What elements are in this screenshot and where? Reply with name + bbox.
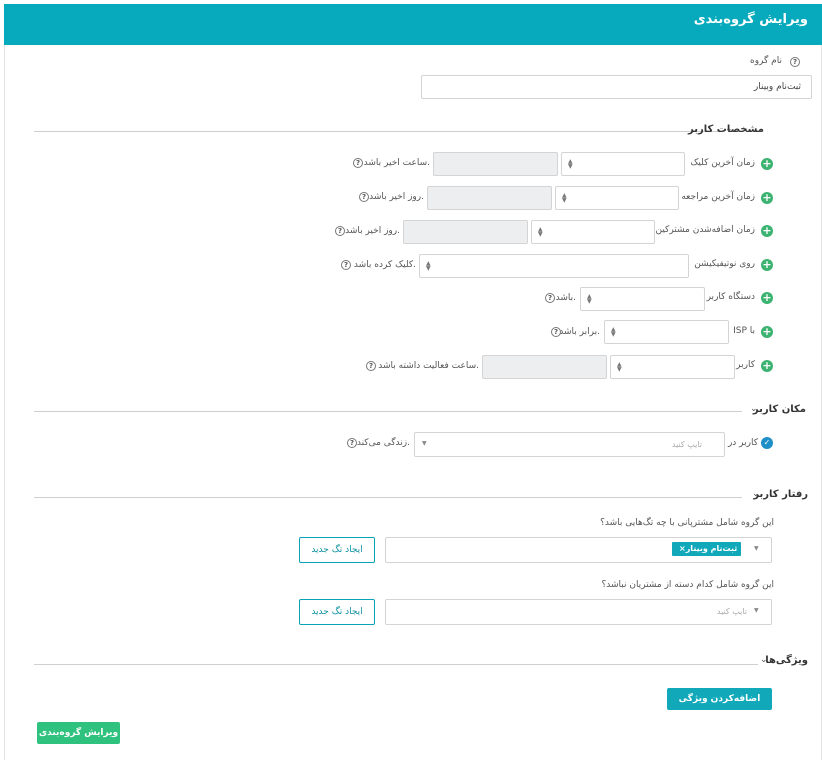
group-name-value: ثبت‌نام وبینار bbox=[753, 82, 801, 92]
plus-circle-icon[interactable]: + bbox=[761, 225, 773, 237]
chevron-down-icon[interactable]: ⌄ bbox=[750, 404, 758, 414]
behavior-question-exclude: این گروه شامل کدام دسته از مشتریان نباشد… bbox=[601, 580, 774, 590]
help-icon[interactable]: ? bbox=[341, 260, 351, 270]
section-divider bbox=[34, 664, 758, 665]
caret-updown-icon: ▲ ▼ bbox=[587, 293, 592, 305]
section-divider bbox=[34, 411, 742, 412]
section-title-user-location: مکان کاربر bbox=[752, 404, 806, 415]
caret-updown-icon: ▲ ▼ bbox=[617, 361, 622, 373]
section-divider bbox=[34, 497, 742, 498]
location-label: کاربر در bbox=[727, 438, 758, 448]
submit-edit-group-button[interactable]: ویرایش گروه‌بندی bbox=[37, 722, 120, 744]
help-icon[interactable]: ? bbox=[545, 293, 555, 303]
spec-suffix: ساعت اخیر باشد. bbox=[363, 158, 430, 168]
location-placeholder: تایپ کنید bbox=[671, 440, 702, 449]
close-icon[interactable]: × bbox=[679, 544, 686, 553]
caret-down-icon: ▼ bbox=[754, 545, 759, 552]
help-icon[interactable]: ? bbox=[359, 192, 369, 202]
spec-value-input[interactable] bbox=[427, 186, 552, 210]
spec-value-input[interactable] bbox=[403, 220, 528, 244]
create-tag-button[interactable]: ایجاد تگ جدید bbox=[299, 537, 375, 563]
help-icon[interactable]: ? bbox=[353, 158, 363, 168]
frame-border-left bbox=[4, 45, 5, 760]
spec-suffix: کلیک کرده باشد. bbox=[353, 260, 416, 270]
chevron-down-icon[interactable]: ⌄ bbox=[725, 124, 733, 134]
section-title-features: ویژگی‌ها bbox=[765, 655, 808, 666]
help-icon[interactable]: ? bbox=[790, 57, 800, 67]
caret-updown-icon: ▲ ▼ bbox=[568, 158, 573, 170]
spec-label: دستگاه کاربر bbox=[706, 292, 755, 302]
spec-label: ISP با bbox=[733, 326, 755, 336]
plus-circle-icon[interactable]: + bbox=[761, 259, 773, 271]
spec-suffix: روز اخیر باشد. bbox=[369, 192, 424, 202]
caret-down-icon: ▼ bbox=[754, 607, 759, 614]
spec-suffix: برابر باشد. bbox=[559, 327, 600, 337]
help-icon[interactable]: ? bbox=[366, 361, 376, 371]
include-tags-input[interactable]: ▼ ×ثبت‌نام وبینار bbox=[385, 537, 772, 563]
plus-circle-icon[interactable]: + bbox=[761, 360, 773, 372]
spec-suffix: ساعت فعالیت داشته باشد. bbox=[378, 361, 479, 371]
spec-operator-select[interactable]: ▲ ▼ bbox=[561, 152, 685, 176]
chevron-down-icon[interactable]: ⌄ bbox=[760, 655, 768, 665]
section-title-user-behavior: رفتار کاربر bbox=[753, 489, 808, 500]
spec-operator-select[interactable]: ▲ ▼ bbox=[531, 220, 655, 244]
check-circle-icon[interactable]: ✓ bbox=[761, 437, 773, 449]
spec-label: زمان اضافه‌شدن مشترکین bbox=[655, 225, 755, 235]
spec-value-input[interactable] bbox=[433, 152, 558, 176]
selected-tag-label: ثبت‌نام وبینار bbox=[685, 544, 738, 553]
group-name-input[interactable]: ثبت‌نام وبینار bbox=[421, 75, 812, 99]
spec-operator-select[interactable]: ▲ ▼ bbox=[604, 320, 729, 344]
spec-label: روی نوتیفیکیشن bbox=[694, 259, 755, 269]
selected-tag[interactable]: ×ثبت‌نام وبینار bbox=[672, 542, 742, 556]
caret-updown-icon: ▲ ▼ bbox=[611, 326, 616, 338]
location-input[interactable]: ▼ تایپ کنید bbox=[414, 432, 725, 457]
spec-operator-select[interactable]: ▲ ▼ bbox=[419, 254, 689, 278]
page-title: ویرایش گروه‌بندی bbox=[693, 12, 808, 27]
plus-circle-icon[interactable]: + bbox=[761, 292, 773, 304]
add-feature-button[interactable]: اضافه‌کردن ویژگی جدید bbox=[667, 688, 772, 726]
create-tag-button[interactable]: ایجاد تگ جدید bbox=[299, 599, 375, 625]
spec-suffix: روز اخیر باشد. bbox=[345, 226, 400, 236]
caret-down-icon: ▼ bbox=[422, 440, 427, 447]
spec-operator-select[interactable]: ▲ ▼ bbox=[555, 186, 679, 210]
spec-value-input[interactable] bbox=[482, 355, 607, 379]
spec-operator-select[interactable]: ▲ ▼ bbox=[580, 287, 705, 311]
chevron-down-icon[interactable]: ⌄ bbox=[752, 489, 760, 499]
spec-suffix: باشد. bbox=[555, 293, 576, 303]
spec-label: زمان آخرین مراجعه bbox=[681, 192, 755, 202]
spec-label: کاربر bbox=[736, 360, 755, 370]
caret-updown-icon: ▲ ▼ bbox=[426, 260, 431, 272]
plus-circle-icon[interactable]: + bbox=[761, 158, 773, 170]
behavior-question-include: این گروه شامل مشترپانی با چه تگ‌هایی باش… bbox=[600, 518, 774, 528]
help-icon[interactable]: ? bbox=[551, 327, 561, 337]
plus-circle-icon[interactable]: + bbox=[761, 326, 773, 338]
spec-label: زمان آخرین کلیک bbox=[690, 158, 755, 168]
exclude-tags-input[interactable]: ▼ تایپ کنید bbox=[385, 599, 772, 625]
help-icon[interactable]: ? bbox=[347, 438, 357, 448]
plus-circle-icon[interactable]: + bbox=[761, 192, 773, 204]
location-suffix: زندگی می‌کند. bbox=[356, 438, 410, 448]
group-name-label: نام گروه bbox=[750, 56, 782, 66]
section-divider bbox=[34, 131, 722, 132]
caret-updown-icon: ▲ ▼ bbox=[562, 192, 567, 204]
exclude-tags-placeholder: تایپ کنید bbox=[716, 607, 747, 616]
help-icon[interactable]: ? bbox=[335, 226, 345, 236]
spec-operator-select[interactable]: ▲ ▼ bbox=[610, 355, 735, 379]
caret-updown-icon: ▲ ▼ bbox=[538, 226, 543, 238]
